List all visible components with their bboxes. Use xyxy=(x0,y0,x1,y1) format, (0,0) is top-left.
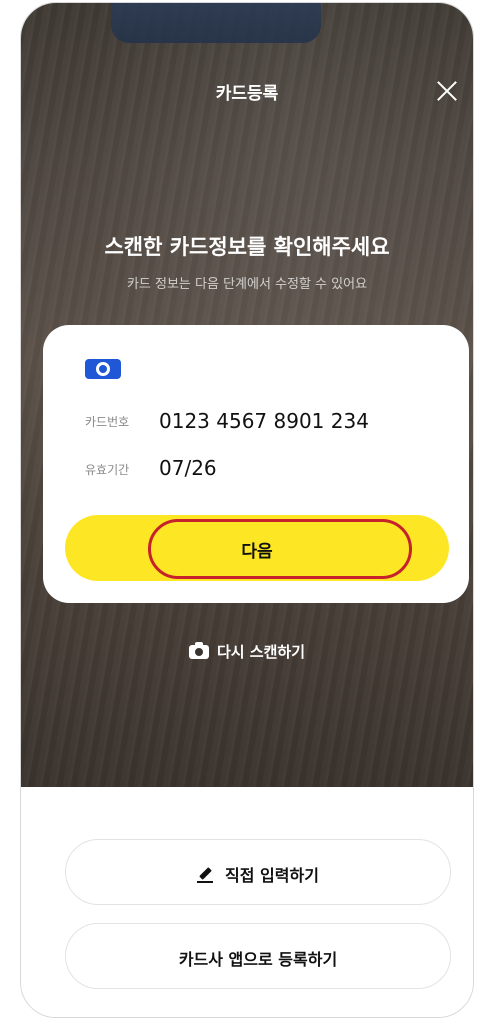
page-title: 카드등록 xyxy=(215,84,279,104)
camera-preview: 카드등록 스캔한 카드정보를 확인해주세요 카드 정보는 다음 단계에서 수정할… xyxy=(21,3,473,787)
rescan-button[interactable]: 다시 스캔하기 xyxy=(21,641,473,662)
scan-headline: 스캔한 카드정보를 확인해주세요 xyxy=(104,235,390,259)
manual-entry-button[interactable]: 직접 입력하기 xyxy=(65,839,451,905)
scan-subline: 카드 정보는 다음 단계에서 수정할 수 있어요 xyxy=(126,277,368,292)
highlight-annotation xyxy=(148,519,412,579)
bottom-sheet: 직접 입력하기 카드사 앱으로 등록하기 xyxy=(21,787,473,1017)
expiry-label: 유효기간 xyxy=(85,463,130,477)
card-app-register-button[interactable]: 카드사 앱으로 등록하기 xyxy=(65,923,451,989)
card-app-register-label: 카드사 앱으로 등록하기 xyxy=(178,950,338,969)
card-number-label: 카드번호 xyxy=(85,415,130,429)
rescan-label: 다시 스캔하기 xyxy=(216,643,306,661)
phone-screen: 카드등록 스캔한 카드정보를 확인해주세요 카드 정보는 다음 단계에서 수정할… xyxy=(20,2,474,1018)
camera-icon xyxy=(188,642,209,659)
close-icon[interactable] xyxy=(433,77,461,105)
expiry-value: 07/26 xyxy=(159,456,217,480)
globe-icon xyxy=(85,359,121,379)
card-info-panel: 카드번호 0123 4567 8901 234 유효기간 07/26 다음 xyxy=(43,325,469,603)
pencil-icon xyxy=(197,867,214,883)
card-number-value: 0123 4567 8901 234 xyxy=(159,409,369,433)
manual-entry-label: 직접 입력하기 xyxy=(225,866,319,885)
